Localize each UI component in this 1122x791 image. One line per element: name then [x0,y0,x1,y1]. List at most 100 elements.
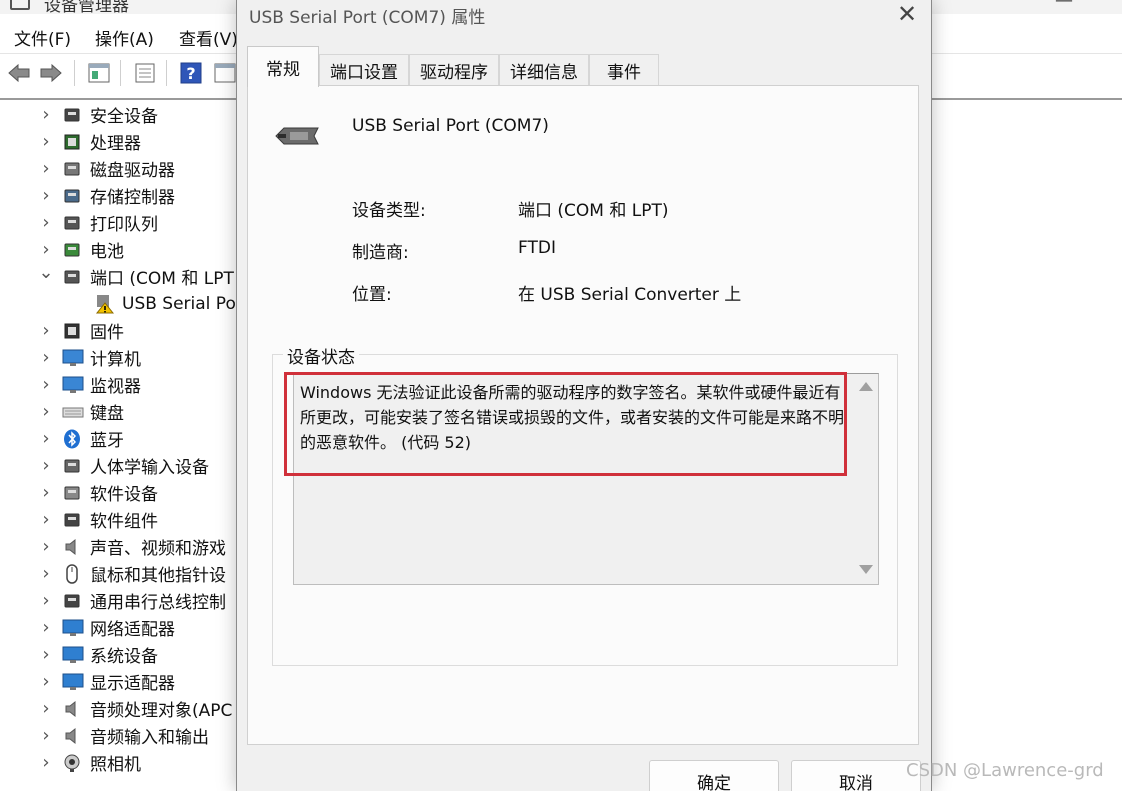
tree-item-label: 处理器 [90,134,141,154]
software-component-icon [62,510,82,530]
location-value: 在 USB Serial Converter 上 [518,285,742,305]
cancel-button[interactable]: 取消 [791,760,921,791]
tree-item[interactable]: USB Serial Por [92,290,243,317]
tree-item[interactable]: › 人体学输入设备 [38,452,209,479]
chevron-right-icon[interactable]: › [38,752,54,773]
properties-dialog: USB Serial Port (COM7) 属性 ✕ 常规 端口设置 驱动程序… [236,0,932,791]
chevron-right-icon[interactable]: › [38,455,54,476]
tree-item-label: 电池 [90,242,124,262]
chevron-right-icon[interactable]: › [38,590,54,611]
chevron-right-icon[interactable]: › [38,617,54,638]
device-manager-app-icon [10,0,30,10]
back-icon[interactable] [4,58,34,88]
menu-action[interactable]: 操作(A) [95,25,154,50]
tree-item-label: 键盘 [90,404,124,424]
close-icon[interactable]: ✕ [889,0,925,28]
chevron-right-icon[interactable]: › [38,131,54,152]
chevron-right-icon[interactable]: › [38,563,54,584]
tree-item[interactable]: › 音频输入和输出 [38,722,209,749]
tree-item[interactable]: › 处理器 [38,128,141,155]
tree-item-label: 网络适配器 [90,620,175,640]
tree-item-label: 监视器 [90,377,141,397]
warning-device-icon [94,294,115,314]
tree-item[interactable]: › 通用串行总线控制 [38,587,226,614]
chevron-right-icon[interactable]: › [38,185,54,206]
chevron-right-icon[interactable]: › [38,644,54,665]
device-type-value: 端口 (COM 和 LPT) [518,201,669,221]
keyboard-icon [62,402,84,422]
device-manager-title: 设备管理器 [44,0,129,14]
tree-item[interactable]: ⌄ 端口 (COM 和 LPT [38,262,233,290]
menu-view[interactable]: 查看(V) [179,25,238,50]
tree-item-label: 人体学输入设备 [90,458,209,478]
menu-file[interactable]: 文件(F) [14,25,71,50]
tab-details[interactable]: 详细信息 [499,54,589,86]
tree-item[interactable]: › 键盘 [38,398,124,425]
device-status-textbox[interactable]: Windows 无法验证此设备所需的驱动程序的数字签名。某软件或硬件最近有所更改… [284,372,879,585]
chevron-right-icon[interactable]: › [38,401,54,422]
status-scrollbar[interactable] [854,374,878,584]
system-device-icon [62,645,84,665]
tree-item[interactable]: › 监视器 [38,371,141,398]
tree-item-label: 软件组件 [90,512,158,532]
tree-item[interactable]: › 音频处理对象(APC [38,695,232,722]
tree-item[interactable]: › 蓝牙 [38,425,124,452]
tree-item[interactable]: › 照相机 [38,749,141,776]
security-device-icon [62,105,82,125]
tree-item[interactable]: › 显示适配器 [38,668,175,695]
scroll-down-icon[interactable] [859,565,873,574]
chevron-right-icon[interactable]: › [38,320,54,341]
chevron-right-icon[interactable]: › [38,482,54,503]
processor-icon [62,132,82,152]
chevron-right-icon[interactable]: › [38,104,54,125]
tree-item-label: USB Serial Por [122,293,243,314]
tree-item-label: 存储控制器 [90,188,175,208]
forward-icon[interactable] [36,58,66,88]
tab-port-settings[interactable]: 端口设置 [319,54,409,86]
tree-item[interactable]: › 打印队列 [38,209,158,236]
tree-item[interactable]: › 声音、视频和游戏 [38,533,226,560]
help-icon[interactable]: ? [176,58,206,88]
print-queue-icon [62,213,82,233]
tree-item[interactable]: › 软件组件 [38,506,158,533]
tree-item-label: 鼠标和其他指针设 [90,566,226,586]
tree-item[interactable]: › 系统设备 [38,641,158,668]
tree-item[interactable]: › 网络适配器 [38,614,175,641]
tree-item[interactable]: › 电池 [38,236,124,263]
manufacturer-label: 制造商: [352,243,409,263]
chevron-down-icon[interactable]: ⌄ [38,262,54,283]
ok-button[interactable]: 确定 [649,760,779,791]
tree-item[interactable]: › 计算机 [38,344,141,371]
chevron-right-icon[interactable]: › [38,212,54,233]
chevron-right-icon[interactable]: › [38,239,54,260]
tree-item-label: 蓝牙 [90,431,124,451]
toolbar-separator [74,60,75,86]
document-icon[interactable] [130,58,160,88]
tree-item-label: 显示适配器 [90,674,175,694]
chevron-right-icon[interactable]: › [38,671,54,692]
chevron-right-icon[interactable]: › [38,509,54,530]
chevron-right-icon[interactable]: › [38,725,54,746]
tab-events[interactable]: 事件 [589,54,659,86]
tree-item[interactable]: › 存储控制器 [38,182,175,209]
firmware-icon [62,321,82,341]
chevron-right-icon[interactable]: › [38,158,54,179]
chevron-right-icon[interactable]: › [38,374,54,395]
chevron-right-icon[interactable]: › [38,428,54,449]
scroll-up-icon[interactable] [859,382,873,391]
chevron-right-icon[interactable]: › [38,698,54,719]
tree-item[interactable]: › 鼠标和其他指针设 [38,560,226,587]
tree-item[interactable]: › 软件设备 [38,479,158,506]
tab-driver[interactable]: 驱动程序 [409,54,499,86]
computer-icon [62,348,84,368]
tab-general[interactable]: 常规 [247,46,319,87]
chevron-right-icon[interactable]: › [38,347,54,368]
tree-item[interactable]: › 固件 [38,317,124,344]
tree-item[interactable]: › 磁盘驱动器 [38,155,175,182]
audio-io-icon [62,726,82,746]
chevron-right-icon[interactable]: › [38,536,54,557]
properties-grid-icon[interactable] [84,58,114,88]
watermark: CSDN @Lawrence-grd [906,760,1104,781]
minimize-icon[interactable]: — [1055,0,1073,11]
tree-item[interactable]: › 安全设备 [38,101,158,128]
